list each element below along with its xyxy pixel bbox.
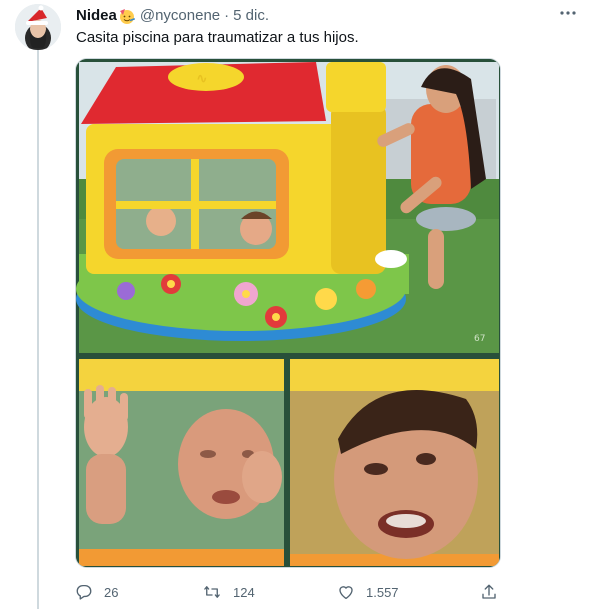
header-separator: · xyxy=(224,7,230,24)
more-dots-icon xyxy=(560,11,576,15)
page-number: 67 xyxy=(474,334,485,344)
top-panel: ∿ 67 xyxy=(76,62,499,353)
tweet-date[interactable]: 5 dic. xyxy=(233,6,269,26)
share-icon xyxy=(482,584,496,599)
tweet-text: Casita piscina para traumatizar a tus hi… xyxy=(76,29,359,46)
reply-icon xyxy=(76,584,92,600)
svg-text:∿: ∿ xyxy=(196,71,208,87)
user-handle[interactable]: @nyconene xyxy=(140,6,220,26)
like-button[interactable]: 1.557 xyxy=(337,581,399,603)
tweet-actions: 26 124 1.557 xyxy=(75,581,501,603)
retweet-button[interactable]: 124 xyxy=(202,581,255,603)
tweet-header: Nidea @nyconene · 5 dic. xyxy=(76,6,577,26)
avatar[interactable] xyxy=(15,4,61,50)
thread-line xyxy=(37,50,39,609)
tweet-media[interactable]: ∿ 67 xyxy=(75,58,501,568)
bottom-left-panel xyxy=(79,359,284,566)
avatar-image xyxy=(15,4,61,50)
tweet[interactable]: Nidea @nyconene · 5 dic. Casita piscina … xyxy=(0,0,589,609)
reply-count: 26 xyxy=(104,584,119,600)
retweet-count: 124 xyxy=(233,584,255,600)
heart-icon xyxy=(339,586,353,600)
like-count: 1.557 xyxy=(366,584,399,600)
share-button[interactable] xyxy=(480,581,498,603)
reply-button[interactable]: 26 xyxy=(75,581,118,603)
more-options-button[interactable] xyxy=(557,4,579,22)
retweet-icon xyxy=(204,586,220,598)
bottom-right-panel xyxy=(290,359,499,566)
display-name[interactable]: Nidea xyxy=(76,6,117,26)
meme-image: ∿ 67 xyxy=(76,59,500,567)
party-face-emoji-icon xyxy=(118,7,136,25)
